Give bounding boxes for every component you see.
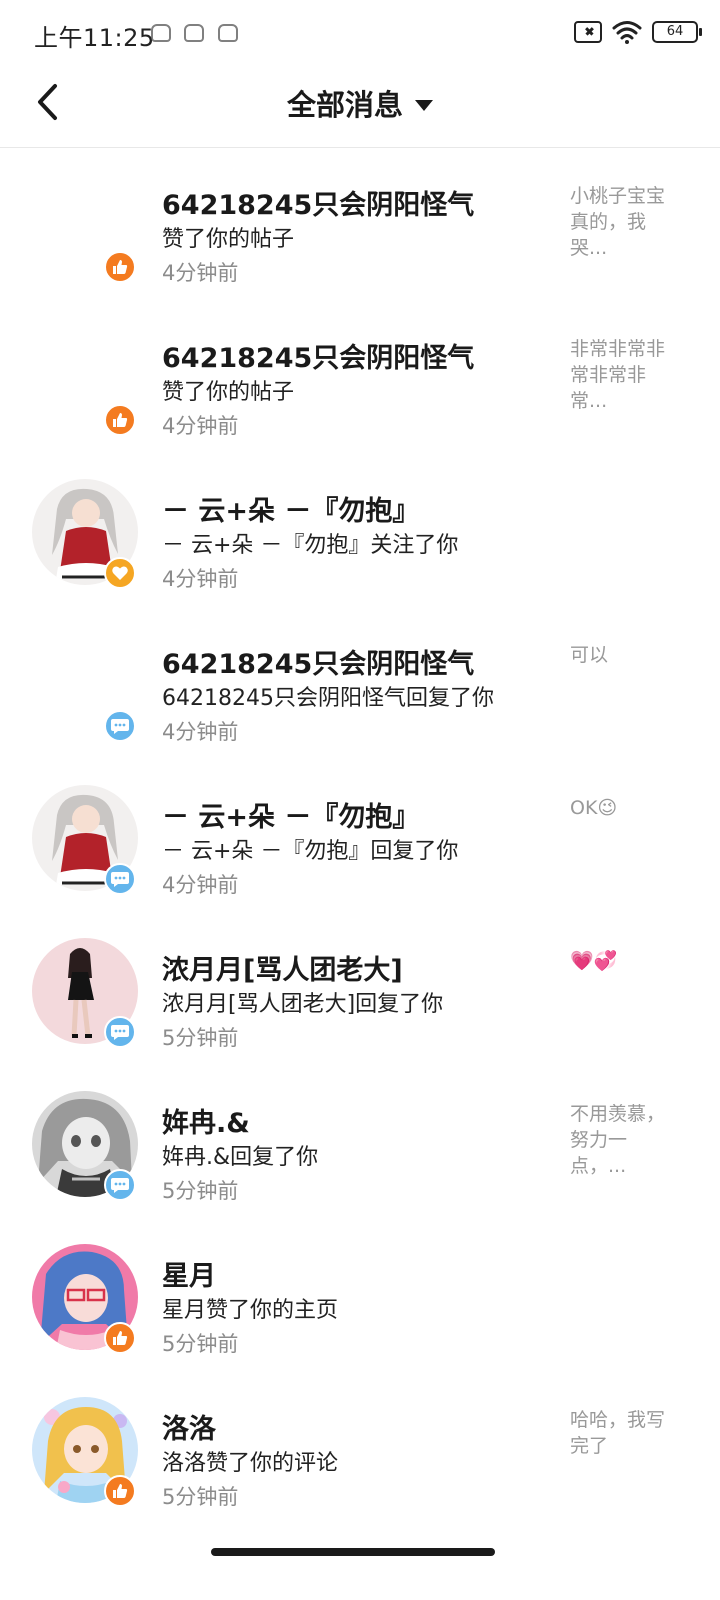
message-action: 姩冉.&回复了你 [162,1145,319,1170]
message-row[interactable]: 64218245只会阴阳怪气 64218245只会阴阳怪气回复了你 4分钟前 可… [0,608,720,761]
message-row[interactable]: － 云+朵 －『勿抱』 － 云+朵 －『勿抱』关注了你 4分钟前 [0,455,720,608]
message-action: － 云+朵 －『勿抱』回复了你 [162,839,459,864]
like-badge-icon [104,1322,136,1354]
content-preview[interactable]: 小桃子宝宝真的，我哭... [570,183,674,261]
like-badge-icon [104,251,136,283]
message-row[interactable]: 浓月月[骂人团老大] 浓月月[骂人团老大]回复了你 5分钟前 💗💞 [0,914,720,1067]
message-action: 洛洛赞了你的评论 [162,1451,339,1476]
message-row[interactable]: 64218245只会阴阳怪气 赞了你的帖子 4分钟前 非常非常非常非常非常... [0,302,720,455]
content-preview[interactable]: OK😉 [570,795,674,821]
status-bar: 上午11:25 64 [0,0,720,66]
notification-icon [218,24,238,42]
like-badge-icon [104,404,136,436]
app-header: 全部消息 [0,66,720,148]
wifi-icon [612,21,642,44]
message-action: 星月赞了你的主页 [162,1298,339,1323]
message-time: 4分钟前 [162,261,239,285]
message-action: 64218245只会阴阳怪气回复了你 [162,686,494,711]
sender-name: 64218245只会阴阳怪气 [162,649,475,680]
message-action: － 云+朵 －『勿抱』关注了你 [162,533,459,558]
content-preview[interactable]: 哈哈，我写完了 [570,1407,674,1459]
content-preview[interactable]: 非常非常非常非常非常... [570,336,674,414]
sender-name: 洛洛 [162,1414,216,1445]
home-indicator[interactable] [211,1548,495,1556]
no-sim-icon [574,21,602,43]
comment-badge-icon [104,1016,136,1048]
comment-badge-icon [104,863,136,895]
sender-name: 64218245只会阴阳怪气 [162,343,475,374]
content-preview[interactable]: 不用羡慕，努力一点，... [570,1101,674,1179]
message-row[interactable]: 64218245只会阴阳怪气 赞了你的帖子 4分钟前 小桃子宝宝真的，我哭... [0,149,720,302]
message-row[interactable]: 星月 星月赞了你的主页 5分钟前 [0,1220,720,1373]
sender-name: 浓月月[骂人团老大] [162,955,403,986]
battery-indicator: 64 [652,21,702,43]
message-time: 5分钟前 [162,1179,239,1203]
notification-icon [151,24,171,42]
content-preview[interactable]: 可以 [570,642,674,668]
message-time: 4分钟前 [162,567,239,591]
page-title: 全部消息 [286,88,403,122]
message-time: 5分钟前 [162,1485,239,1509]
message-time: 5分钟前 [162,1026,239,1050]
message-filter-dropdown[interactable]: 全部消息 [0,82,720,124]
message-action: 浓月月[骂人团老大]回复了你 [162,992,444,1017]
message-time: 4分钟前 [162,414,239,438]
status-icons: 64 [574,20,702,44]
content-preview[interactable]: 💗💞 [570,948,674,974]
heart-badge-icon [104,557,136,589]
notification-icon [184,24,204,42]
sender-name: － 云+朵 －『勿抱』 [162,802,420,833]
sender-name: 姩冉.& [162,1108,250,1139]
sender-name: 64218245只会阴阳怪气 [162,190,475,221]
message-row[interactable]: 姩冉.& 姩冉.&回复了你 5分钟前 不用羡慕，努力一点，... [0,1067,720,1220]
message-time: 4分钟前 [162,720,239,744]
message-time: 5分钟前 [162,1332,239,1356]
comment-badge-icon [104,1169,136,1201]
caret-down-icon [415,99,433,111]
message-row[interactable]: 洛洛 洛洛赞了你的评论 5分钟前 哈哈，我写完了 [0,1373,720,1526]
message-action: 赞了你的帖子 [162,380,295,405]
message-list: 64218245只会阴阳怪气 赞了你的帖子 4分钟前 小桃子宝宝真的，我哭...… [0,149,720,1526]
comment-badge-icon [104,710,136,742]
message-time: 4分钟前 [162,873,239,897]
message-action: 赞了你的帖子 [162,227,295,252]
message-row[interactable]: － 云+朵 －『勿抱』 － 云+朵 －『勿抱』回复了你 4分钟前 OK😉 [0,761,720,914]
status-time: 上午11:25 [34,24,155,52]
sender-name: 星月 [162,1261,216,1292]
like-badge-icon [104,1475,136,1507]
sender-name: － 云+朵 －『勿抱』 [162,496,420,527]
